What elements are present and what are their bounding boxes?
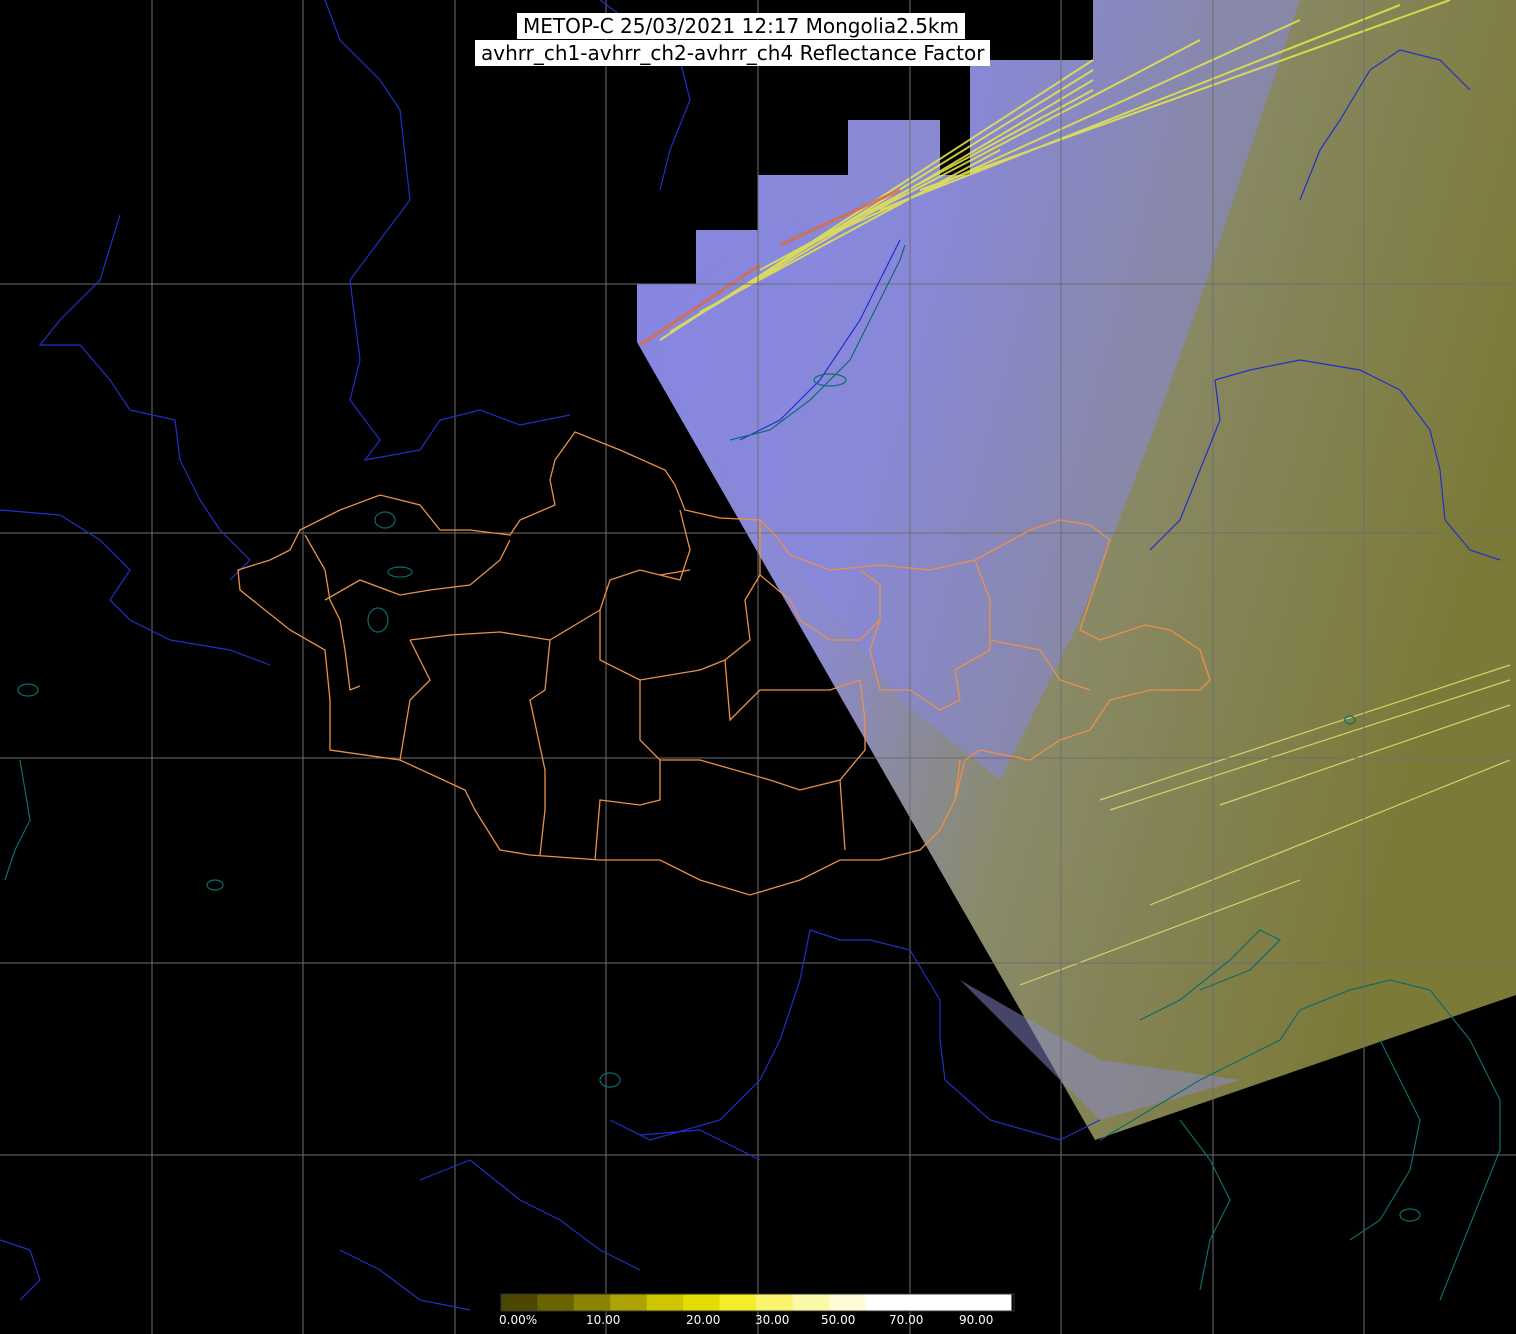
- colorbar-segment: [573, 1294, 611, 1311]
- colorbar-segment: [974, 1294, 1012, 1311]
- colorbar-tick-label: 10.00: [586, 1313, 621, 1327]
- title-line-1: METOP-C 25/03/2021 12:17 Mongolia2.5km: [517, 13, 965, 39]
- title-line-2: avhrr_ch1-avhrr_ch2-avhrr_ch4 Reflectanc…: [475, 40, 991, 66]
- colorbar-tick-label: 70.00: [889, 1313, 924, 1327]
- colorbar-segment: [756, 1294, 793, 1311]
- colorbar-segment: [719, 1294, 757, 1311]
- colorbar-segment: [501, 1294, 538, 1311]
- colorbar: [501, 1294, 1012, 1311]
- colorbar-tick-label: 20.00: [686, 1313, 721, 1327]
- colorbar-tick-label: 0.00%: [499, 1313, 538, 1327]
- colorbar-segment: [792, 1294, 830, 1311]
- colorbar-segment: [610, 1294, 648, 1311]
- colorbar-tick-label: 50.00: [821, 1313, 856, 1327]
- colorbar-segment: [646, 1294, 684, 1311]
- satellite-map: [0, 0, 1516, 1334]
- colorbar-segment: [938, 1294, 976, 1311]
- colorbar-segment: [828, 1294, 866, 1311]
- colorbar-tick-label: 30.00: [755, 1313, 790, 1327]
- colorbar-tick-label: 90.00: [959, 1313, 994, 1327]
- colorbar-segment: [865, 1294, 903, 1311]
- colorbar-segment: [901, 1294, 939, 1311]
- colorbar-segment: [683, 1294, 721, 1311]
- colorbar-segment: [537, 1294, 575, 1311]
